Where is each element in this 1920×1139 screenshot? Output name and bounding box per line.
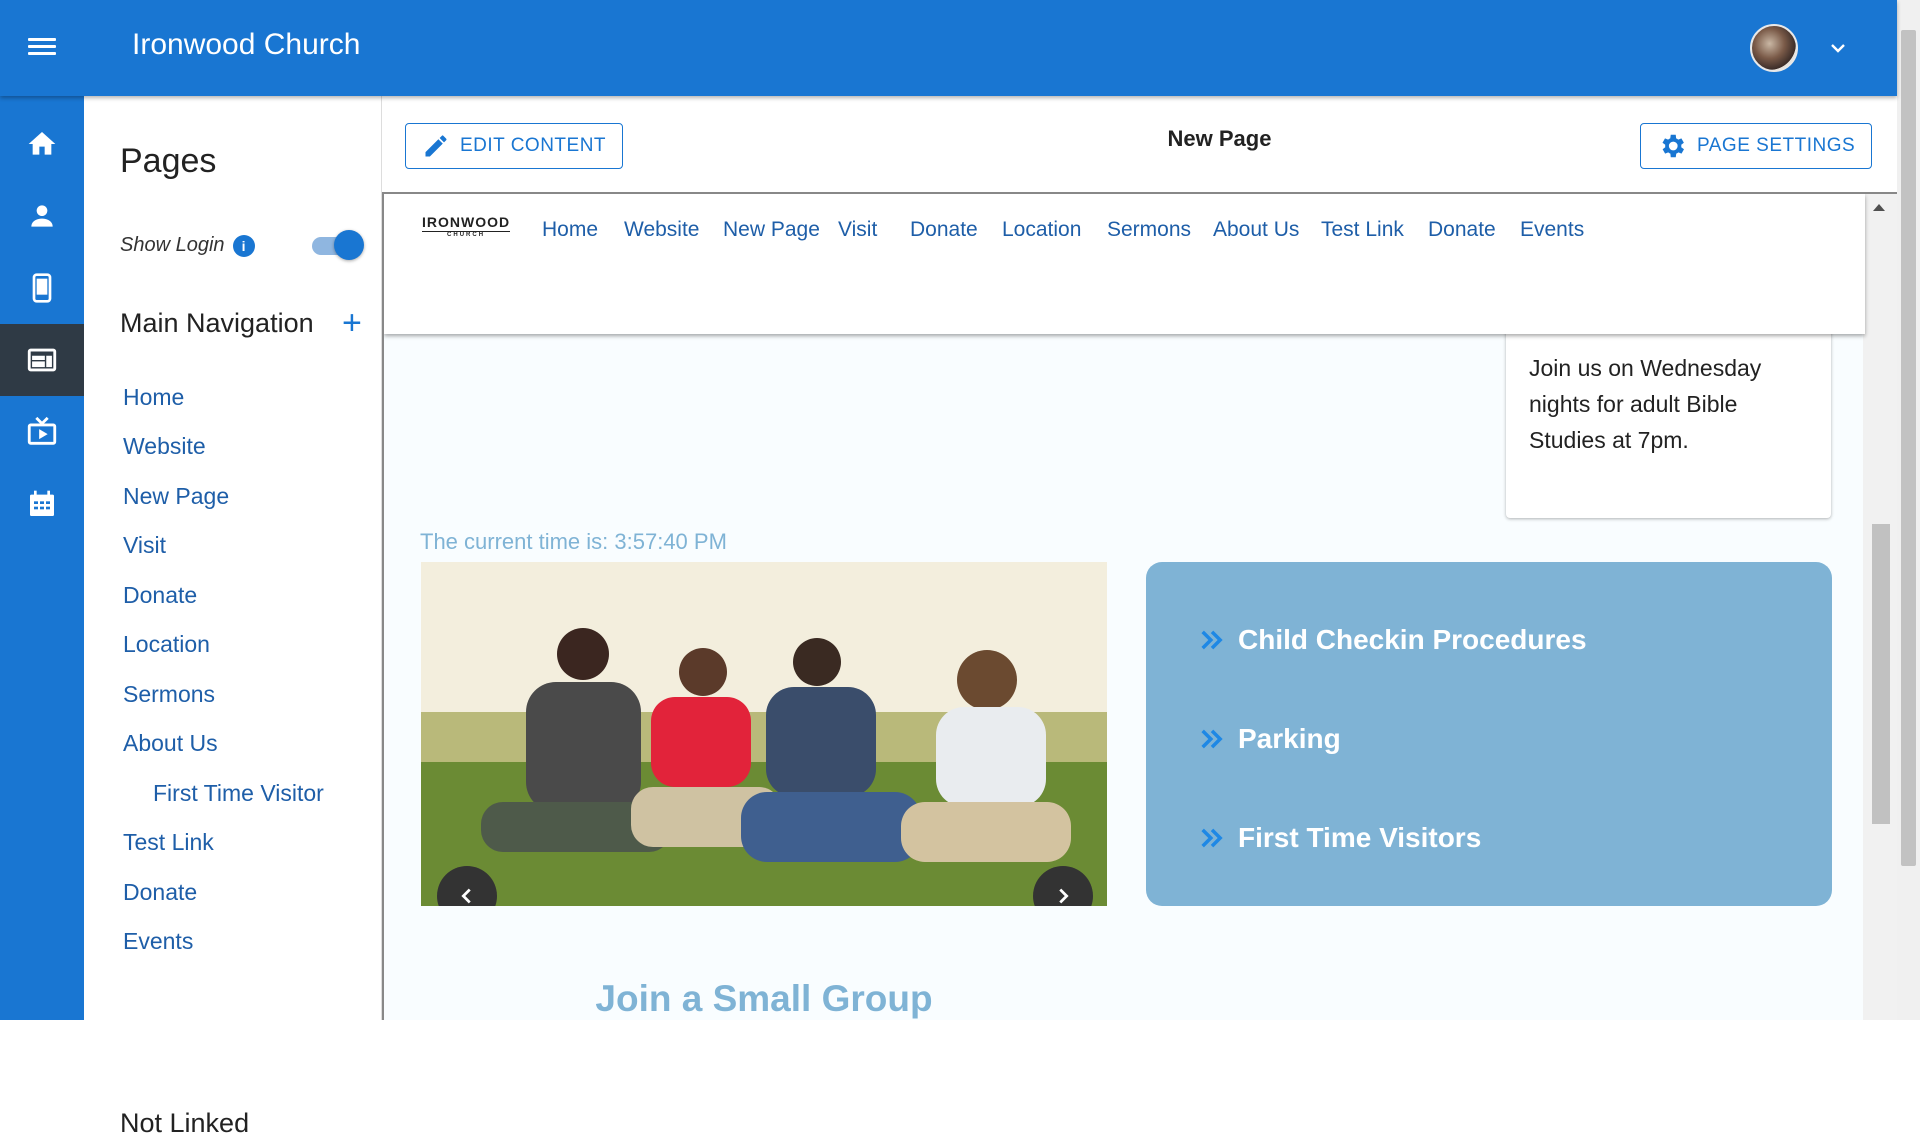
preview-scrollbar[interactable] (1863, 194, 1897, 1020)
site-logo-main: IRONWOOD (422, 214, 511, 230)
nav-link-about-us[interactable]: About Us (123, 730, 218, 757)
group-photo (421, 562, 1107, 906)
app-title: Ironwood Church (132, 28, 361, 61)
nav-link-new-page[interactable]: New Page (123, 483, 229, 510)
window-scrollbar-thumb[interactable] (1901, 30, 1916, 866)
link-first-time-visitors[interactable]: First Time Visitors (1198, 822, 1481, 854)
pages-heading: Pages (120, 142, 217, 180)
nav-link-donate[interactable]: Donate (123, 582, 197, 609)
nav-link-visit[interactable]: Visit (123, 532, 166, 559)
nav-link-donate-2[interactable]: Donate (123, 879, 197, 906)
double-chevron-right-icon (1201, 630, 1223, 650)
link-child-checkin[interactable]: Child Checkin Procedures (1198, 624, 1587, 656)
home-icon (28, 132, 56, 155)
double-chevron-right-icon (1201, 729, 1223, 749)
small-group-title: Join a Small Group (595, 978, 933, 1019)
gear-icon (1662, 134, 1684, 158)
calendar-icon (30, 490, 54, 516)
app-bar: Ironwood Church (0, 0, 1897, 96)
site-logo-sub: CHURCH (422, 231, 511, 238)
chevron-right-icon (1059, 888, 1069, 904)
link-parking[interactable]: Parking (1198, 723, 1341, 755)
link-child-checkin-label: Child Checkin Procedures (1238, 624, 1587, 655)
icon-rail (0, 96, 84, 1020)
site-nav-donate[interactable]: Donate (910, 218, 978, 242)
site-nav-sermons[interactable]: Sermons (1107, 218, 1191, 242)
nav-link-test-link[interactable]: Test Link (123, 829, 214, 856)
page-preview: IRONWOOD CHURCH Home Website New Page Vi… (382, 192, 1897, 1020)
web-icon (27, 348, 57, 372)
link-first-time-visitors-label: First Time Visitors (1238, 822, 1482, 853)
page-settings-label: PAGE SETTINGS (1697, 135, 1856, 156)
double-chevron-right-icon (1201, 828, 1223, 848)
pages-panel: Pages Show Login i Main Navigation + Hom… (84, 96, 382, 1138)
site-nav-website[interactable]: Website (624, 218, 699, 242)
rail-mobile[interactable] (0, 252, 84, 324)
info-icon[interactable]: i (232, 234, 255, 257)
editor-toolbar: EDIT CONTENT New Page PAGE SETTINGS (382, 96, 1897, 192)
rail-sermons[interactable] (0, 396, 84, 468)
live-tv-icon (27, 416, 57, 445)
nav-link-website[interactable]: Website (123, 433, 206, 460)
preview-scrollbar-thumb[interactable] (1872, 524, 1890, 824)
site-nav-location[interactable]: Location (1002, 218, 1081, 242)
window-scrollbar[interactable] (1897, 0, 1920, 1020)
rail-home[interactable] (0, 108, 84, 180)
pencil-icon (425, 135, 447, 157)
person-icon (31, 205, 53, 227)
site-nav-about-us[interactable]: About Us (1213, 218, 1299, 242)
show-login-row: Show Login i (120, 234, 255, 257)
hamburger-menu-icon[interactable] (28, 34, 68, 64)
nav-link-events[interactable]: Events (123, 928, 193, 955)
nav-link-first-time-visitor[interactable]: First Time Visitor (153, 780, 324, 807)
chevron-left-icon (461, 888, 471, 904)
rail-website[interactable] (0, 324, 84, 396)
nav-link-sermons[interactable]: Sermons (123, 681, 215, 708)
avatar[interactable] (1750, 24, 1798, 72)
scroll-up-arrow-icon[interactable] (1873, 204, 1885, 211)
quick-links-box: Child Checkin Procedures Parking First T… (1146, 562, 1832, 906)
rail-people[interactable] (0, 180, 84, 252)
bible-study-text: Join us on Wednesday nights for adult Bi… (1529, 355, 1762, 453)
site-logo[interactable]: IRONWOOD CHURCH (422, 214, 511, 238)
nav-link-location[interactable]: Location (123, 631, 210, 658)
bible-study-card: Join us on Wednesday nights for adult Bi… (1506, 324, 1831, 518)
link-parking-label: Parking (1238, 723, 1341, 754)
nav-link-home[interactable]: Home (123, 384, 184, 411)
group-photo-carousel (421, 562, 1107, 906)
site-nav-new-page[interactable]: New Page (723, 218, 820, 242)
rail-calendar[interactable] (0, 468, 84, 540)
current-time-text: The current time is: 3:57:40 PM (420, 529, 727, 554)
site-header: IRONWOOD CHURCH Home Website New Page Vi… (384, 194, 1865, 334)
site-nav-events[interactable]: Events (1520, 218, 1584, 242)
site-nav-test-link[interactable]: Test Link (1321, 218, 1404, 242)
add-navigation-link-icon[interactable]: + (342, 306, 362, 340)
site-nav-home[interactable]: Home (542, 218, 598, 242)
edit-content-button[interactable]: EDIT CONTENT (405, 123, 624, 169)
show-login-label: Show Login (120, 234, 225, 256)
site-nav-donate-2[interactable]: Donate (1428, 218, 1496, 242)
mobile-icon (32, 273, 52, 303)
page-settings-button[interactable]: PAGE SETTINGS (1640, 123, 1873, 169)
not-linked-heading: Not Linked (120, 1108, 250, 1138)
main-navigation-heading: Main Navigation (120, 308, 314, 338)
show-login-toggle[interactable] (310, 230, 364, 260)
page-title: New Page (1167, 126, 1272, 151)
chevron-down-icon[interactable] (1826, 36, 1850, 60)
site-nav-visit[interactable]: Visit (838, 218, 877, 242)
edit-content-label: EDIT CONTENT (460, 135, 607, 156)
